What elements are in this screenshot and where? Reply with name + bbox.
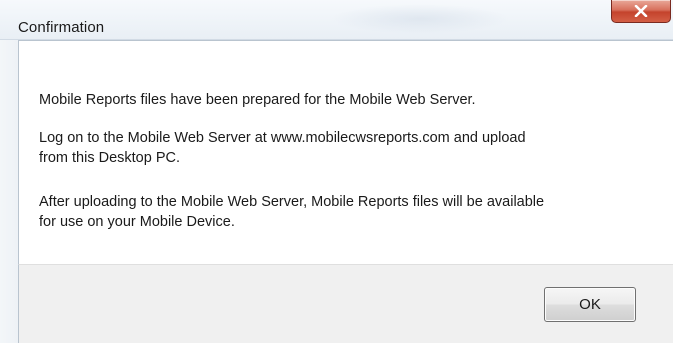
message-area: Mobile Reports files have been prepared … bbox=[18, 40, 673, 264]
message-line: Mobile Reports files have been prepared … bbox=[39, 92, 476, 108]
confirmation-dialog: Confirmation Mobile Reports files have b… bbox=[0, 0, 673, 343]
message-line: for use on your Mobile Device. bbox=[39, 214, 235, 230]
message-paragraph-2: Log on to the Mobile Web Server at www.m… bbox=[39, 128, 526, 168]
ok-button[interactable]: OK bbox=[544, 287, 636, 322]
close-x-icon bbox=[634, 5, 648, 17]
message-paragraph-3: After uploading to the Mobile Web Server… bbox=[39, 192, 544, 232]
window-title: Confirmation bbox=[18, 19, 105, 36]
message-line: After uploading to the Mobile Web Server… bbox=[39, 194, 545, 210]
title-bar[interactable]: Confirmation bbox=[0, 0, 673, 40]
message-paragraph-1: Mobile Reports files have been prepared … bbox=[39, 90, 476, 110]
message-line: from this Desktop PC. bbox=[39, 150, 181, 166]
window-frame-left bbox=[0, 40, 18, 343]
button-bar: OK bbox=[18, 264, 673, 343]
close-button[interactable] bbox=[611, 0, 671, 23]
message-line: Log on to the Mobile Web Server at www.m… bbox=[39, 130, 526, 146]
